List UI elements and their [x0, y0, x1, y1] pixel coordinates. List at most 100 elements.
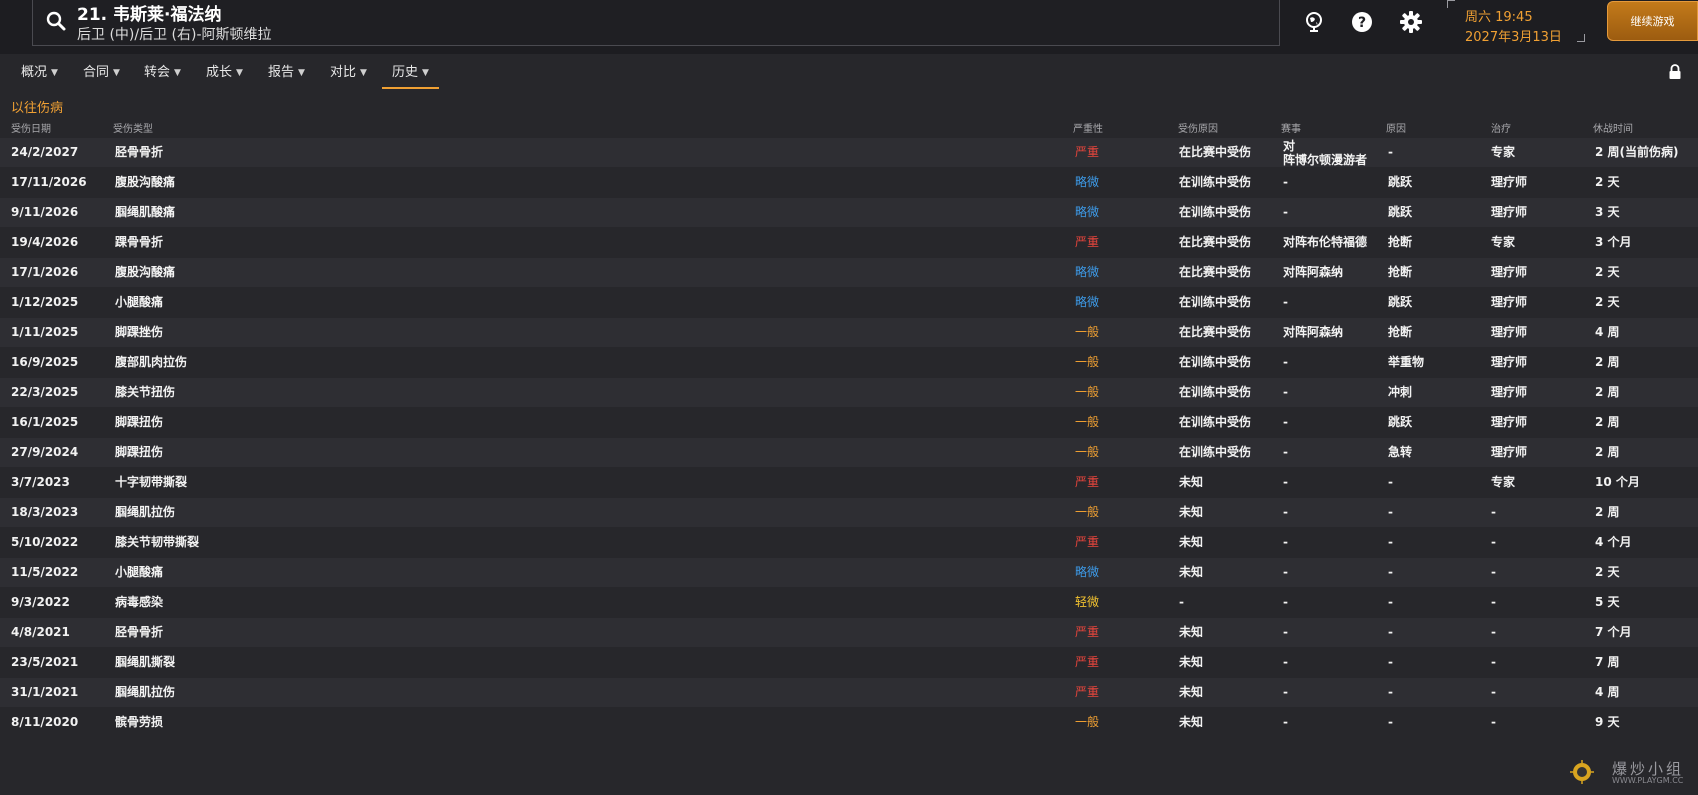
search-icon[interactable]	[45, 10, 67, 32]
cell-match: -	[1283, 175, 1288, 189]
tab-development[interactable]: 成长 ▼	[206, 61, 243, 89]
cell-match: -	[1283, 565, 1288, 579]
table-row[interactable]: 16/9/2025 腹部肌肉拉伤 一般 在训练中受伤 - 举重物 理疗师 2 周	[0, 348, 1698, 377]
section-title: 以往伤病	[11, 101, 64, 116]
continue-game-button[interactable]: 继续游戏	[1607, 1, 1698, 41]
cell-reason: 冲刺	[1388, 385, 1413, 399]
cell-downtime: 5 天	[1595, 595, 1620, 609]
cell-injury-type: 十字韧带撕裂	[115, 475, 188, 489]
table-row[interactable]: 5/10/2022 膝关节韧带撕裂 严重 未知 - - - 4 个月	[0, 528, 1698, 557]
cell-match: 对阵阿森纳	[1283, 325, 1344, 339]
cell-treatment: 专家	[1491, 235, 1516, 249]
cell-date: 31/1/2021	[11, 685, 79, 699]
col-header-downtime[interactable]: 休战时间	[1593, 120, 1633, 135]
tab-overview[interactable]: 概况 ▼	[21, 61, 58, 89]
cell-match: 对阵布伦特福德	[1283, 235, 1368, 249]
col-header-treatment[interactable]: 治疗	[1491, 120, 1511, 135]
player-search-box[interactable]: 21. 韦斯莱·福法纳 后卫 (中)/后卫 (右)-阿斯顿维拉	[32, 0, 1280, 46]
cell-reason: 举重物	[1388, 355, 1425, 369]
cell-downtime: 2 周	[1595, 355, 1620, 369]
globe-icon[interactable]	[1302, 10, 1326, 34]
cell-injury-type: 腘绳肌酸痛	[115, 205, 176, 219]
tab-reports[interactable]: 报告 ▼	[268, 61, 305, 89]
col-header-type[interactable]: 受伤类型	[113, 120, 153, 135]
cell-injury-type: 小腿酸痛	[115, 295, 164, 309]
cell-match: -	[1283, 295, 1288, 309]
cell-severity: 略微	[1075, 295, 1100, 309]
table-row[interactable]: 11/5/2022 小腿酸痛 略微 未知 - - - 2 天	[0, 558, 1698, 587]
col-header-reason[interactable]: 原因	[1386, 120, 1406, 135]
table-row[interactable]: 17/1/2026 腹股沟酸痛 略微 在比赛中受伤 对阵阿森纳 抢断 理疗师 2 天	[0, 258, 1698, 287]
cell-downtime: 7 周	[1595, 655, 1620, 669]
cell-match: -	[1283, 475, 1288, 489]
table-row[interactable]: 8/11/2020 髌骨劳损 一般 未知 - - - 9 天	[0, 708, 1698, 737]
cell-downtime: 2 周	[1595, 445, 1620, 459]
table-row[interactable]: 27/9/2024 脚踝扭伤 一般 在训练中受伤 - 急转 理疗师 2 周	[0, 438, 1698, 467]
cell-date: 27/9/2024	[11, 445, 79, 459]
lock-icon[interactable]	[1668, 64, 1682, 80]
table-row[interactable]: 9/3/2022 病毒感染 轻微 - - - - 5 天	[0, 588, 1698, 617]
cell-downtime: 7 个月	[1595, 625, 1632, 639]
help-icon[interactable]: ?	[1350, 10, 1374, 34]
chevron-down-icon: ▼	[422, 68, 429, 78]
tab-label: 对比	[330, 65, 357, 80]
col-header-match[interactable]: 赛事	[1281, 120, 1301, 135]
cell-downtime: 2 天	[1595, 265, 1620, 279]
cell-cause: 未知	[1179, 715, 1204, 729]
cell-cause: 未知	[1179, 625, 1204, 639]
cell-cause: 在训练中受伤	[1179, 415, 1252, 429]
table-row[interactable]: 3/7/2023 十字韧带撕裂 严重 未知 - - 专家 10 个月	[0, 468, 1698, 497]
table-row[interactable]: 23/5/2021 腘绳肌撕裂 严重 未知 - - - 7 周	[0, 648, 1698, 677]
cell-treatment: -	[1491, 535, 1496, 549]
cell-severity: 略微	[1075, 565, 1100, 579]
cell-downtime: 4 个月	[1595, 535, 1632, 549]
cell-cause: 未知	[1179, 505, 1204, 519]
cell-injury-type: 腹股沟酸痛	[115, 265, 176, 279]
cell-cause: -	[1179, 595, 1184, 609]
cell-match: -	[1283, 355, 1288, 369]
cell-severity: 严重	[1075, 625, 1100, 639]
table-row[interactable]: 18/3/2023 腘绳肌拉伤 一般 未知 - - - 2 周	[0, 498, 1698, 527]
cell-date: 18/3/2023	[11, 505, 79, 519]
tab-history[interactable]: 历史 ▼	[382, 61, 439, 89]
cell-injury-type: 病毒感染	[115, 595, 164, 609]
cell-match: -	[1283, 535, 1288, 549]
table-row[interactable]: 31/1/2021 腘绳肌拉伤 严重 未知 - - - 4 周	[0, 678, 1698, 707]
table-row[interactable]: 4/8/2021 胫骨骨折 严重 未知 - - - 7 个月	[0, 618, 1698, 647]
cell-cause: 在训练中受伤	[1179, 445, 1252, 459]
table-row[interactable]: 24/2/2027 胫骨骨折 严重 在比赛中受伤 对阵博尔顿漫游者 - 专家 2 周(当前伤病…	[0, 138, 1698, 167]
cell-cause: 在训练中受伤	[1179, 205, 1252, 219]
col-header-cause[interactable]: 受伤原因	[1178, 120, 1218, 135]
tab-compare[interactable]: 对比 ▼	[330, 61, 367, 89]
chevron-down-icon: ▼	[113, 68, 120, 78]
cell-treatment: 理疗师	[1491, 175, 1528, 189]
table-row[interactable]: 1/12/2025 小腿酸痛 略微 在训练中受伤 - 跳跃 理疗师 2 天	[0, 288, 1698, 317]
cell-treatment: -	[1491, 565, 1496, 579]
cell-severity: 一般	[1075, 325, 1100, 339]
tab-contract[interactable]: 合同 ▼	[83, 61, 120, 89]
col-header-severity[interactable]: 严重性	[1073, 120, 1103, 135]
table-row[interactable]: 17/11/2026 腹股沟酸痛 略微 在训练中受伤 - 跳跃 理疗师 2 天	[0, 168, 1698, 197]
table-row[interactable]: 22/3/2025 膝关节扭伤 一般 在训练中受伤 - 冲刺 理疗师 2 周	[0, 378, 1698, 407]
game-date-display[interactable]: 周六 19:45 2027年3月13日	[1447, 0, 1585, 45]
cell-date: 24/2/2027	[11, 145, 79, 159]
table-row[interactable]: 19/4/2026 踝骨骨折 严重 在比赛中受伤 对阵布伦特福德 抢断 专家 3 个月	[0, 228, 1698, 257]
cell-treatment: -	[1491, 625, 1496, 639]
cell-match: 对阵阿森纳	[1283, 265, 1344, 279]
table-row[interactable]: 16/1/2025 脚踝扭伤 一般 在训练中受伤 - 跳跃 理疗师 2 周	[0, 408, 1698, 437]
cell-injury-type: 胫骨骨折	[115, 145, 164, 159]
cell-reason: -	[1388, 475, 1393, 489]
cell-date: 4/8/2021	[11, 625, 70, 639]
table-row[interactable]: 9/11/2026 腘绳肌酸痛 略微 在训练中受伤 - 跳跃 理疗师 3 天	[0, 198, 1698, 227]
chevron-down-icon: ▼	[298, 68, 305, 78]
tab-transfer[interactable]: 转会 ▼	[144, 61, 181, 89]
cell-date: 22/3/2025	[11, 385, 79, 399]
cell-cause: 未知	[1179, 475, 1204, 489]
settings-gear-icon[interactable]	[1399, 10, 1423, 34]
cell-severity: 略微	[1075, 175, 1100, 189]
cell-cause: 未知	[1179, 565, 1204, 579]
cell-match: -	[1283, 445, 1288, 459]
col-header-date[interactable]: 受伤日期	[11, 120, 51, 135]
table-row[interactable]: 1/11/2025 脚踝挫伤 一般 在比赛中受伤 对阵阿森纳 抢断 理疗师 4 周	[0, 318, 1698, 347]
cell-cause: 在训练中受伤	[1179, 295, 1252, 309]
